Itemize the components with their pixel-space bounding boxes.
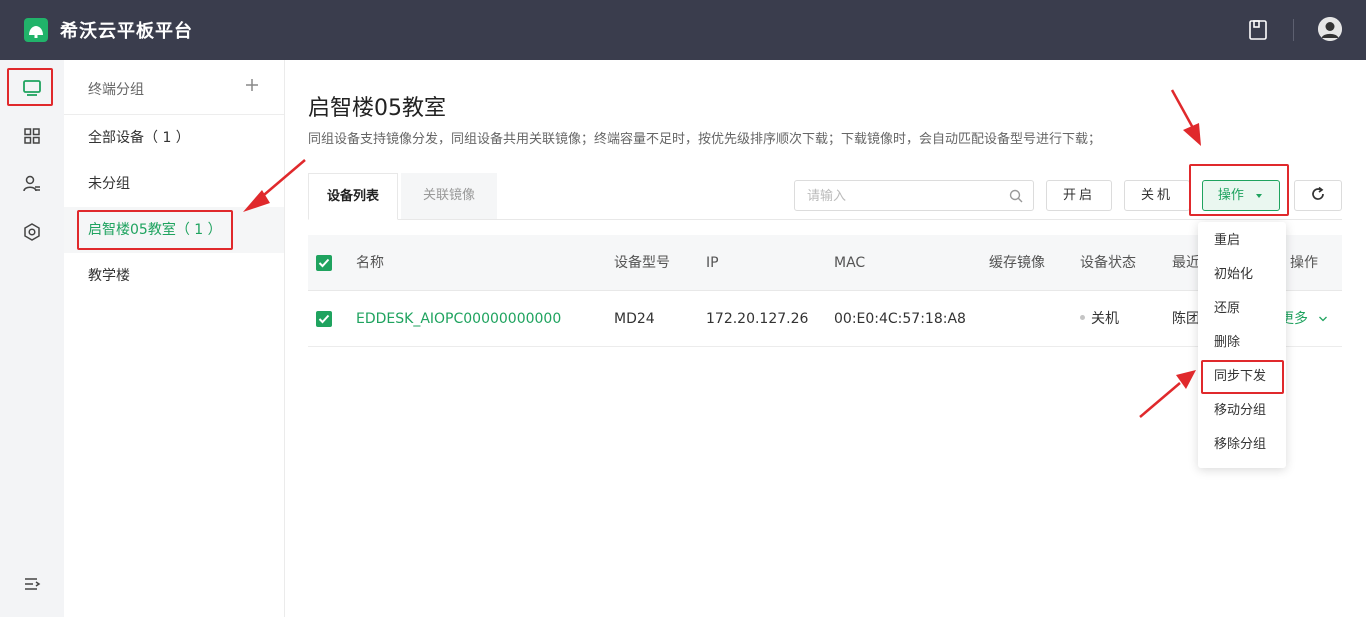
annotation-arrows	[243, 89, 1201, 418]
arrow-to-sync	[1139, 370, 1196, 418]
arrow-to-operations	[1170, 89, 1201, 146]
arrow-to-group	[243, 159, 306, 212]
